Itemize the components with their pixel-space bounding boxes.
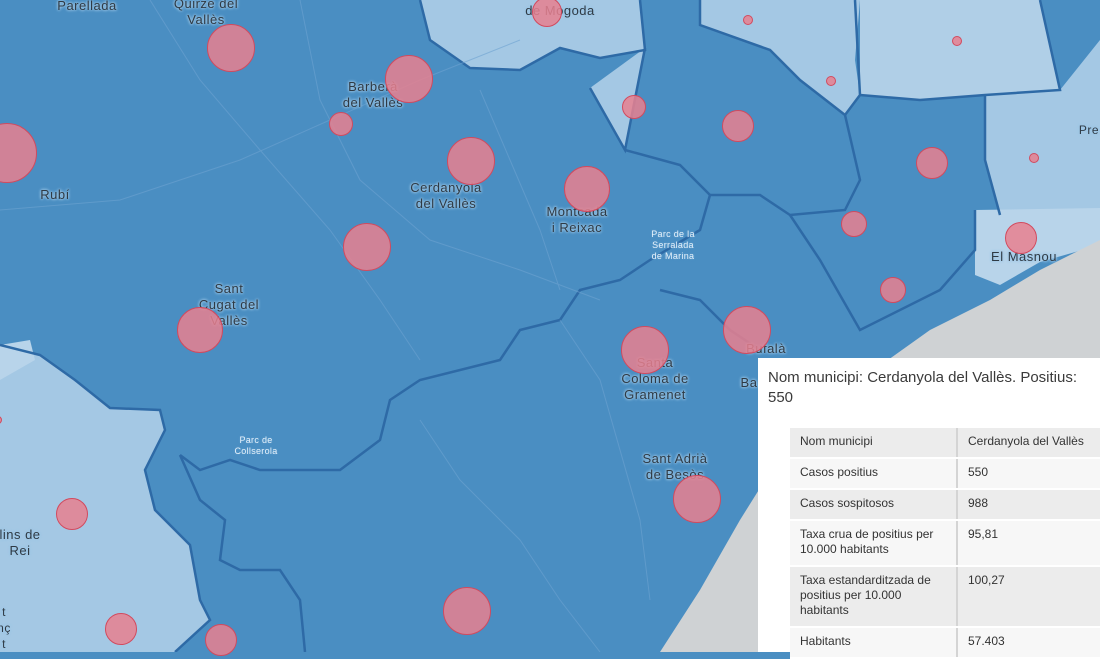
attribute-value: Cerdanyola del Vallès xyxy=(957,428,1100,459)
table-row: Casos sospitosos 988 xyxy=(790,489,1100,521)
case-marker[interactable] xyxy=(1029,153,1039,163)
park-label-collserola: Parc de Collserola xyxy=(234,435,278,456)
town-label-badalona: Ba xyxy=(740,375,758,390)
case-marker[interactable] xyxy=(916,147,948,179)
table-row: Casos positius 550 xyxy=(790,458,1100,490)
table-row: Habitants 57.403 xyxy=(790,627,1100,659)
attribute-value: 988 xyxy=(957,489,1100,521)
case-marker[interactable] xyxy=(56,498,88,530)
case-marker[interactable] xyxy=(621,326,669,374)
case-marker-selected[interactable] xyxy=(447,137,495,185)
case-marker[interactable] xyxy=(207,24,255,72)
attribute-value: 100,27 xyxy=(957,566,1100,628)
town-label-parellada: Parellada xyxy=(57,0,117,13)
municipality-region-light[interactable] xyxy=(860,0,1060,100)
case-marker[interactable] xyxy=(1005,222,1037,254)
town-label-molins-de-rei: lins de Rei xyxy=(0,527,41,558)
case-marker[interactable] xyxy=(722,110,754,142)
case-marker[interactable] xyxy=(622,95,646,119)
case-marker[interactable] xyxy=(826,76,836,86)
attribute-key: Taxa estandarditzada de positius per 10.… xyxy=(790,566,958,628)
case-marker[interactable] xyxy=(329,112,353,136)
attribute-value: 550 xyxy=(957,458,1100,490)
table-row: Taxa crua de positius per 10.000 habitan… xyxy=(790,520,1100,567)
table-row: Taxa estandarditzada de positius per 10.… xyxy=(790,566,1100,628)
town-label-edge: t nç t xyxy=(0,605,11,651)
case-marker[interactable] xyxy=(880,277,906,303)
case-marker[interactable] xyxy=(443,587,491,635)
case-marker[interactable] xyxy=(343,223,391,271)
attribute-key: Habitants xyxy=(790,627,958,659)
attribute-key: Nom municipi xyxy=(790,428,958,459)
attribute-key: Casos sospitosos xyxy=(790,489,958,521)
case-marker[interactable] xyxy=(841,211,867,237)
case-marker[interactable] xyxy=(673,475,721,523)
case-marker[interactable] xyxy=(952,36,962,46)
park-label-serralada-marina: Parc de la Serralada de Marina xyxy=(651,229,695,261)
attribute-value: 57.403 xyxy=(957,627,1100,659)
attribute-key: Casos positius xyxy=(790,458,958,490)
case-marker[interactable] xyxy=(564,166,610,212)
town-label-premia: Pre xyxy=(1078,123,1100,137)
case-marker[interactable] xyxy=(723,306,771,354)
popup-attribute-table: Nom municipi Cerdanyola del Vallès Casos… xyxy=(790,428,1100,659)
case-marker[interactable] xyxy=(743,15,753,25)
case-marker[interactable] xyxy=(385,55,433,103)
info-popup: Nom municipi: Cerdanyola del Vallès. Pos… xyxy=(758,358,1100,659)
popup-title: Nom municipi: Cerdanyola del Vallès. Pos… xyxy=(768,369,1078,406)
table-row: Nom municipi Cerdanyola del Vallès xyxy=(790,428,1100,459)
attribute-value: 95,81 xyxy=(957,520,1100,567)
case-marker[interactable] xyxy=(105,613,137,645)
case-marker[interactable] xyxy=(177,307,223,353)
town-label-rubi: Rubí xyxy=(40,187,70,202)
case-marker[interactable] xyxy=(205,624,237,656)
attribute-key: Taxa crua de positius per 10.000 habitan… xyxy=(790,520,958,567)
